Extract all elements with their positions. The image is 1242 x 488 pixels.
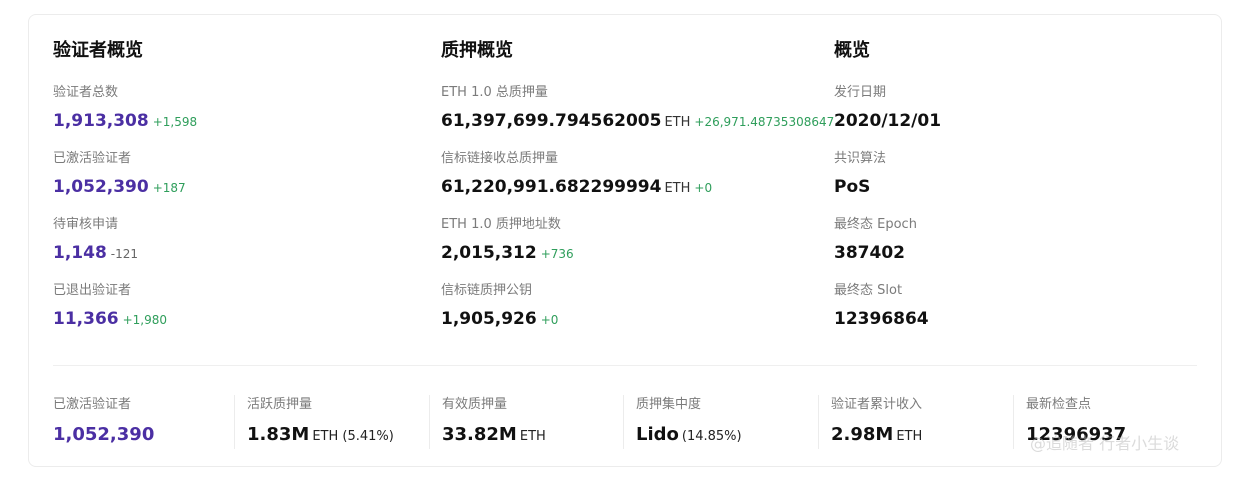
stat-finalized-slot: 最终态 Slot 12396864 bbox=[834, 281, 941, 347]
stat-label: 信标链质押公钥 bbox=[441, 283, 533, 298]
stat-launch-date: 发行日期 2020/12/01 bbox=[834, 83, 941, 149]
stat-unit: ETH bbox=[664, 115, 691, 130]
stat-value: 61,220,991.682299994 bbox=[441, 177, 662, 197]
stat-label: 发行日期 bbox=[834, 85, 887, 100]
summary-value: 1,052,390 bbox=[53, 424, 155, 445]
summary-active-stake: 活跃质押量 1.83M ETH (5.41%) bbox=[234, 395, 429, 449]
stat-delta: -121 bbox=[110, 247, 139, 261]
summary-suffix: (14.85%) bbox=[681, 429, 742, 444]
stat-value: 1,148 bbox=[53, 243, 107, 263]
summary-effective-stake: 有效质押量 33.82M ETH bbox=[429, 395, 623, 449]
stat-label: 验证者总数 bbox=[53, 85, 119, 100]
stat-consensus: 共识算法 PoS bbox=[834, 149, 941, 215]
summary-value: Lido bbox=[636, 424, 679, 445]
stat-label: 信标链接收总质押量 bbox=[441, 151, 559, 166]
staking-overview-section: 质押概览 ETH 1.0 总质押量 61,397,699.794562005 ET… bbox=[441, 39, 834, 347]
stat-delta: +736 bbox=[540, 247, 574, 261]
stat-label: 最终态 Epoch bbox=[834, 217, 917, 232]
overview-card: 验证者概览 验证者总数 1,913,308 +1,598 已激活验证者 1,052… bbox=[28, 14, 1222, 467]
summary-suffix: ETH bbox=[519, 429, 546, 444]
stat-finalized-epoch: 最终态 Epoch 387402 bbox=[834, 215, 941, 281]
stat-delta: +187 bbox=[152, 181, 186, 195]
summary-label: 有效质押量 bbox=[442, 397, 508, 412]
summary-label: 最新检查点 bbox=[1026, 397, 1092, 412]
stat-label: ETH 1.0 质押地址数 bbox=[441, 217, 561, 232]
stat-value: 2,015,312 bbox=[441, 243, 537, 263]
summary-stake-concentration: 质押集中度 Lido (14.85%) bbox=[623, 395, 818, 449]
stat-label: 共识算法 bbox=[834, 151, 887, 166]
stat-active-validators: 已激活验证者 1,052,390 +187 bbox=[53, 149, 197, 215]
summary-label: 质押集中度 bbox=[636, 397, 702, 412]
stat-delta: +0 bbox=[540, 313, 559, 327]
validator-overview-section: 验证者概览 验证者总数 1,913,308 +1,598 已激活验证者 1,052… bbox=[53, 39, 197, 347]
general-overview-section: 概览 发行日期 2020/12/01 共识算法 PoS 最终态 Epoch 38… bbox=[834, 39, 941, 347]
stat-beacon-pubkeys: 信标链质押公钥 1,905,926 +0 bbox=[441, 281, 834, 347]
stat-value: 2020/12/01 bbox=[834, 111, 942, 131]
stat-value: 1,052,390 bbox=[53, 177, 149, 197]
stat-label: ETH 1.0 总质押量 bbox=[441, 85, 548, 100]
stat-label: 待审核申请 bbox=[53, 217, 119, 232]
stat-value: 1,905,926 bbox=[441, 309, 537, 329]
stat-beacon-received-stake: 信标链接收总质押量 61,220,991.682299994 ETH +0 bbox=[441, 149, 834, 215]
summary-value: 33.82M bbox=[442, 424, 517, 445]
stat-exited-validators: 已退出验证者 11,366 +1,980 bbox=[53, 281, 197, 347]
stat-pending-applications: 待审核申请 1,148 -121 bbox=[53, 215, 197, 281]
summary-label: 活跃质押量 bbox=[247, 397, 313, 412]
stat-delta: +0 bbox=[694, 181, 713, 195]
watermark-text: @追随者 行者小生谈 bbox=[1030, 434, 1180, 453]
stat-eth1-deposit-addresses: ETH 1.0 质押地址数 2,015,312 +736 bbox=[441, 215, 834, 281]
stat-label: 已退出验证者 bbox=[53, 283, 132, 298]
stat-unit: ETH bbox=[664, 181, 691, 196]
summary-value: 2.98M bbox=[831, 424, 894, 445]
summary-suffix: ETH bbox=[896, 429, 923, 444]
stat-value: 11,366 bbox=[53, 309, 119, 329]
stat-label: 已激活验证者 bbox=[53, 151, 132, 166]
summary-validator-income: 验证者累计收入 2.98M ETH bbox=[818, 395, 1013, 449]
section-divider bbox=[53, 365, 1197, 366]
stat-value: 387402 bbox=[834, 243, 905, 263]
stat-delta: +1,980 bbox=[122, 313, 168, 327]
stat-value: 12396864 bbox=[834, 309, 929, 329]
stat-delta: +1,598 bbox=[152, 115, 198, 129]
stat-value: 61,397,699.794562005 bbox=[441, 111, 662, 131]
summary-value: 1.83M bbox=[247, 424, 310, 445]
stat-total-validators: 验证者总数 1,913,308 +1,598 bbox=[53, 83, 197, 149]
stat-delta: +26,971.48735308647 bbox=[694, 115, 835, 129]
summary-label: 已激活验证者 bbox=[53, 397, 132, 412]
summary-label: 验证者累计收入 bbox=[831, 397, 923, 412]
stat-eth1-total-stake: ETH 1.0 总质押量 61,397,699.794562005 ETH +26,… bbox=[441, 83, 834, 149]
general-overview-title: 概览 bbox=[834, 40, 870, 61]
stat-value: 1,913,308 bbox=[53, 111, 149, 131]
staking-overview-title: 质押概览 bbox=[441, 40, 513, 61]
summary-suffix: ETH (5.41%) bbox=[312, 429, 394, 444]
stat-label: 最终态 Slot bbox=[834, 283, 903, 298]
stat-value: PoS bbox=[834, 177, 871, 197]
validator-overview-title: 验证者概览 bbox=[53, 40, 143, 61]
summary-active-validators: 已激活验证者 1,052,390 bbox=[53, 395, 234, 449]
